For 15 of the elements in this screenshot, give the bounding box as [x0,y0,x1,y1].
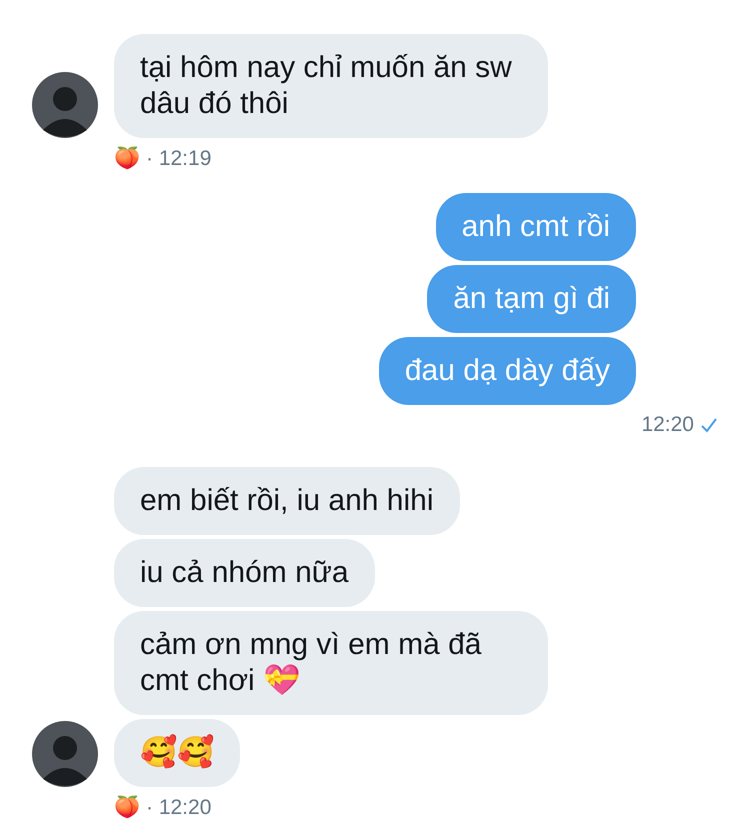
message-bubble: iu cả nhóm nữa [114,539,375,607]
message-bubble: tại hôm nay chỉ muốn ăn sw dâu đó thôi [114,34,548,138]
avatar[interactable] [32,72,98,138]
message-time: · 12:19 [146,146,212,170]
reaction: 🍑 [114,795,140,820]
reaction: 🍑 [114,146,140,171]
message-bubble: cảm ơn mng vì em mà đã cmt chơi 💝 [114,611,548,715]
message-time: · 12:20 [146,796,212,820]
message-bubble: ăn tạm gì đi [427,265,636,333]
message-time: 12:20 [641,413,694,437]
message-bubble: anh cmt rồi [436,193,636,261]
message-bubble: em biết rồi, iu anh hihi [114,467,460,535]
message-bubble: đau dạ dày đấy [378,337,636,405]
avatar[interactable] [32,721,98,787]
message-bubble: 🥰🥰 [114,719,240,787]
